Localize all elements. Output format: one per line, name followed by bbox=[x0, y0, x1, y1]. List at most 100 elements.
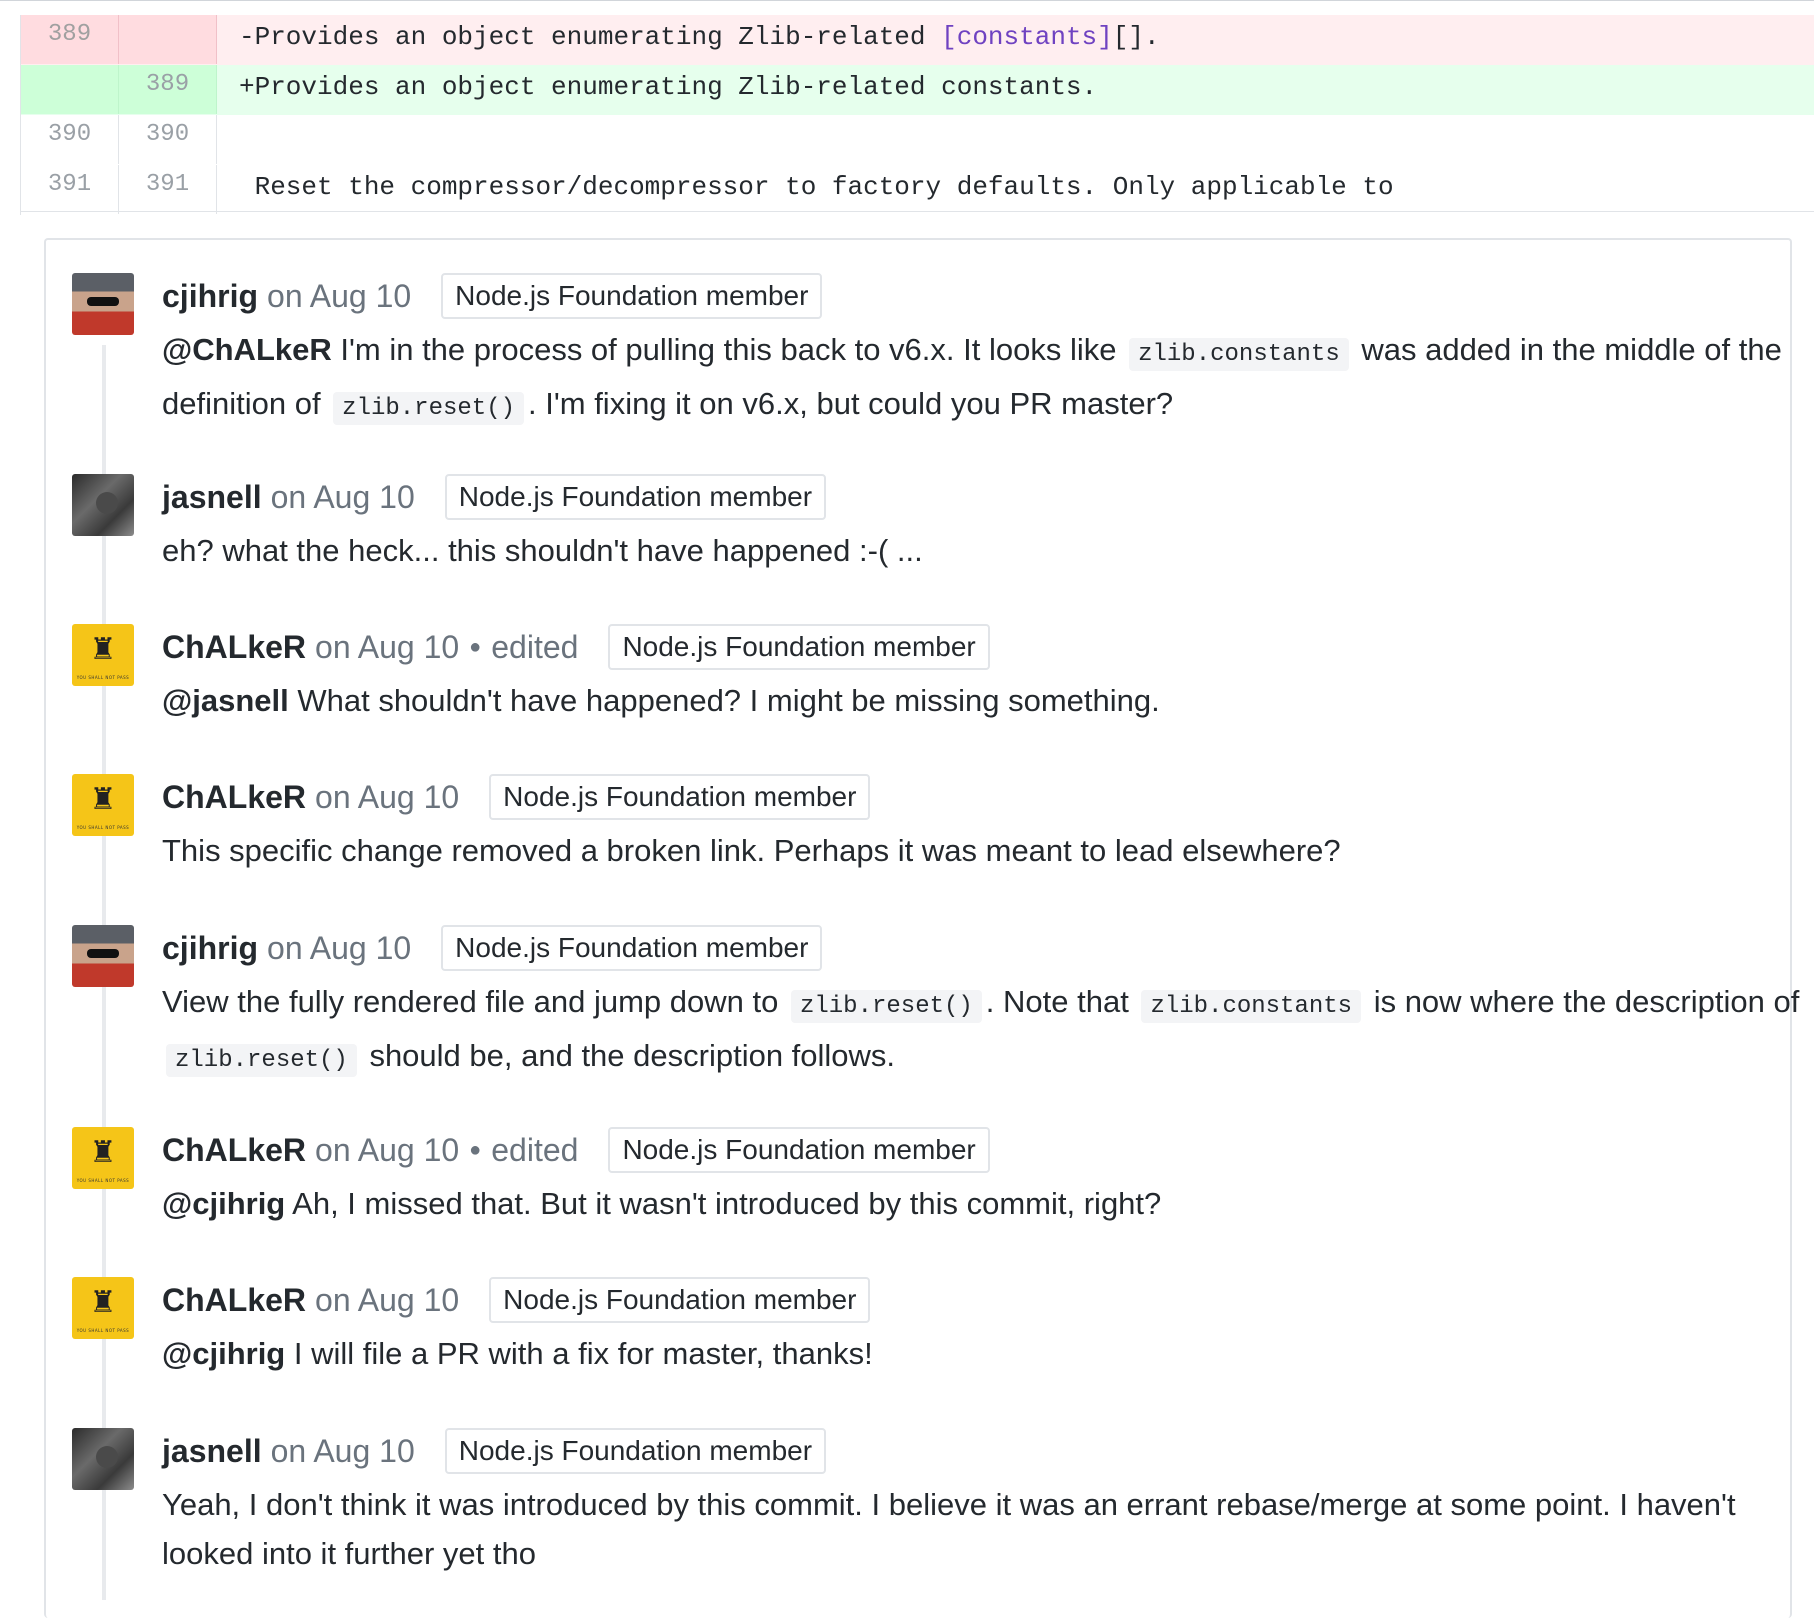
avatar-caption: YOU SHALL NOT PASS bbox=[76, 1328, 130, 1333]
comment-text: Ah, I missed that. But it wasn't introdu… bbox=[285, 1186, 1162, 1221]
avatar-caption: YOU SHALL NOT PASS bbox=[76, 825, 130, 830]
avatar-chalker[interactable]: ♜ YOU SHALL NOT PASS bbox=[72, 624, 134, 686]
comment-author[interactable]: cjihrig bbox=[162, 930, 258, 967]
comment-timestamp[interactable]: on Aug 10 bbox=[271, 479, 415, 516]
comment-text: . Note that bbox=[985, 984, 1138, 1019]
diff-line-code: +Provides an object enumerating Zlib-rel… bbox=[239, 72, 1098, 102]
comment-author[interactable]: ChALkeR bbox=[162, 1132, 306, 1169]
comment-body: @jasnell What shouldn't have happened? I… bbox=[162, 676, 1814, 725]
avatar-jasnell[interactable] bbox=[72, 474, 134, 536]
wizard-icon: ♜ bbox=[89, 1285, 117, 1320]
code-text: -Provides an object enumerating Zlib-rel… bbox=[239, 22, 942, 52]
edited-indicator[interactable]: edited bbox=[491, 1132, 578, 1169]
diff-line-deleted: 389 -Provides an object enumerating Zlib… bbox=[21, 15, 1814, 65]
comment-timestamp[interactable]: on Aug 10 bbox=[267, 930, 411, 967]
comment-body: @cjihrig I will file a PR with a fix for… bbox=[162, 1329, 1814, 1378]
comment-timestamp[interactable]: on Aug 10 bbox=[271, 1433, 415, 1470]
avatar-face bbox=[96, 492, 118, 514]
code-text-after: []. bbox=[1112, 22, 1160, 52]
comment-header: ChALkeR on Aug 10 ● edited Node.js Found… bbox=[162, 624, 990, 670]
inline-code: zlib.constants bbox=[1129, 338, 1349, 371]
comment-timestamp[interactable]: on Aug 10 bbox=[315, 1282, 459, 1319]
user-mention[interactable]: @jasnell bbox=[162, 683, 289, 718]
comment-body: @ChALkeR I'm in the process of pulling t… bbox=[162, 325, 1814, 433]
comment-body: This specific change removed a broken li… bbox=[162, 833, 1341, 868]
comment-timestamp[interactable]: on Aug 10 bbox=[315, 1132, 459, 1169]
old-line-number[interactable]: 389 bbox=[21, 15, 119, 64]
avatar-caption: YOU SHALL NOT PASS bbox=[76, 1178, 130, 1183]
wizard-icon: ♜ bbox=[89, 632, 117, 667]
member-badge: Node.js Foundation member bbox=[489, 1277, 871, 1323]
user-mention[interactable]: @cjihrig bbox=[162, 1336, 285, 1371]
code-link[interactable]: [constants] bbox=[941, 22, 1113, 52]
comment-text: I will file a PR with a fix for master, … bbox=[285, 1336, 873, 1371]
comment-body: eh? what the heck... this shouldn't have… bbox=[162, 533, 923, 568]
comment-body: @cjihrig Ah, I missed that. But it wasn'… bbox=[162, 1179, 1814, 1228]
user-mention[interactable]: @cjihrig bbox=[162, 1186, 285, 1221]
avatar-cjihrig[interactable] bbox=[72, 273, 134, 335]
diff-line-code: Reset the compressor/decompressor to fac… bbox=[217, 165, 1814, 214]
comment-header: ChALkeR on Aug 10 Node.js Foundation mem… bbox=[162, 774, 871, 820]
wizard-icon: ♜ bbox=[89, 782, 117, 817]
diff-line-context: 391 391 Reset the compressor/decompresso… bbox=[21, 165, 1814, 215]
comment-header: ChALkeR on Aug 10 Node.js Foundation mem… bbox=[162, 1277, 871, 1323]
separator-dot: ● bbox=[469, 635, 482, 658]
avatar-face bbox=[96, 1446, 118, 1468]
separator-dot: ● bbox=[469, 1138, 482, 1161]
old-line-number[interactable]: 390 bbox=[21, 115, 119, 164]
avatar-chalker[interactable]: ♜ YOU SHALL NOT PASS bbox=[72, 1277, 134, 1339]
comment-timestamp[interactable]: on Aug 10 bbox=[267, 278, 411, 315]
avatar-cjihrig[interactable] bbox=[72, 925, 134, 987]
old-line-number[interactable]: 391 bbox=[21, 165, 119, 214]
comment-header: ChALkeR on Aug 10 ● edited Node.js Found… bbox=[162, 1127, 990, 1173]
comment-timestamp[interactable]: on Aug 10 bbox=[315, 629, 459, 666]
comment-header: cjihrig on Aug 10 Node.js Foundation mem… bbox=[162, 925, 823, 971]
avatar-caption: YOU SHALL NOT PASS bbox=[76, 675, 130, 680]
member-badge: Node.js Foundation member bbox=[441, 925, 823, 971]
avatar-glasses bbox=[87, 297, 119, 306]
comment-text: What shouldn't have happened? I might be… bbox=[288, 683, 1160, 718]
comment-header: jasnell on Aug 10 Node.js Foundation mem… bbox=[162, 474, 827, 520]
old-line-number[interactable] bbox=[21, 65, 119, 114]
member-badge: Node.js Foundation member bbox=[608, 624, 990, 670]
diff-line-code: -Provides an object enumerating Zlib-rel… bbox=[217, 15, 1814, 64]
inline-code: zlib.reset() bbox=[790, 990, 982, 1023]
new-line-number[interactable]: 391 bbox=[119, 165, 217, 214]
comment-author[interactable]: ChALkeR bbox=[162, 779, 306, 816]
comment-text: is now where the description of bbox=[1365, 984, 1800, 1019]
edited-indicator[interactable]: edited bbox=[491, 629, 578, 666]
wizard-icon: ♜ bbox=[89, 1135, 117, 1170]
member-badge: Node.js Foundation member bbox=[489, 774, 871, 820]
member-badge: Node.js Foundation member bbox=[441, 273, 823, 319]
inline-code: zlib.constants bbox=[1141, 990, 1362, 1023]
new-line-number[interactable] bbox=[119, 15, 217, 64]
avatar-chalker[interactable]: ♜ YOU SHALL NOT PASS bbox=[72, 774, 134, 836]
inline-code: zlib.reset() bbox=[333, 392, 524, 425]
comment-author[interactable]: jasnell bbox=[162, 1433, 262, 1470]
avatar-glasses bbox=[87, 949, 119, 958]
inline-code: zlib.reset() bbox=[166, 1044, 357, 1077]
member-badge: Node.js Foundation member bbox=[608, 1127, 990, 1173]
diff-bottom-divider bbox=[20, 211, 1814, 212]
comment-text: . I'm fixing it on v6.x, but could you P… bbox=[528, 386, 1174, 421]
new-line-number[interactable]: 389 bbox=[119, 65, 217, 114]
user-mention[interactable]: @ChALkeR bbox=[162, 332, 332, 367]
diff-line-added: 389 +Provides an object enumerating Zlib… bbox=[21, 65, 1814, 115]
comment-author[interactable]: ChALkeR bbox=[162, 629, 306, 666]
diff-line-code bbox=[217, 115, 1814, 164]
comment-text: I'm in the process of pulling this back … bbox=[331, 332, 1126, 367]
avatar-chalker[interactable]: ♜ YOU SHALL NOT PASS bbox=[72, 1127, 134, 1189]
comment-header: jasnell on Aug 10 Node.js Foundation mem… bbox=[162, 1428, 827, 1474]
comment-author[interactable]: jasnell bbox=[162, 479, 262, 516]
comment-body: Yeah, I don't think it was introduced by… bbox=[162, 1487, 1736, 1571]
member-badge: Node.js Foundation member bbox=[444, 1428, 827, 1474]
comment-author[interactable]: cjihrig bbox=[162, 278, 258, 315]
comment-timestamp[interactable]: on Aug 10 bbox=[315, 779, 459, 816]
comment-author[interactable]: ChALkeR bbox=[162, 1282, 306, 1319]
member-badge: Node.js Foundation member bbox=[444, 474, 827, 520]
new-line-number[interactable]: 390 bbox=[119, 115, 217, 164]
diff-view: 389 -Provides an object enumerating Zlib… bbox=[20, 15, 1814, 215]
comment-text: should be, and the description follows. bbox=[360, 1038, 896, 1073]
comment-header: cjihrig on Aug 10 Node.js Foundation mem… bbox=[162, 273, 823, 319]
avatar-jasnell[interactable] bbox=[72, 1428, 134, 1490]
